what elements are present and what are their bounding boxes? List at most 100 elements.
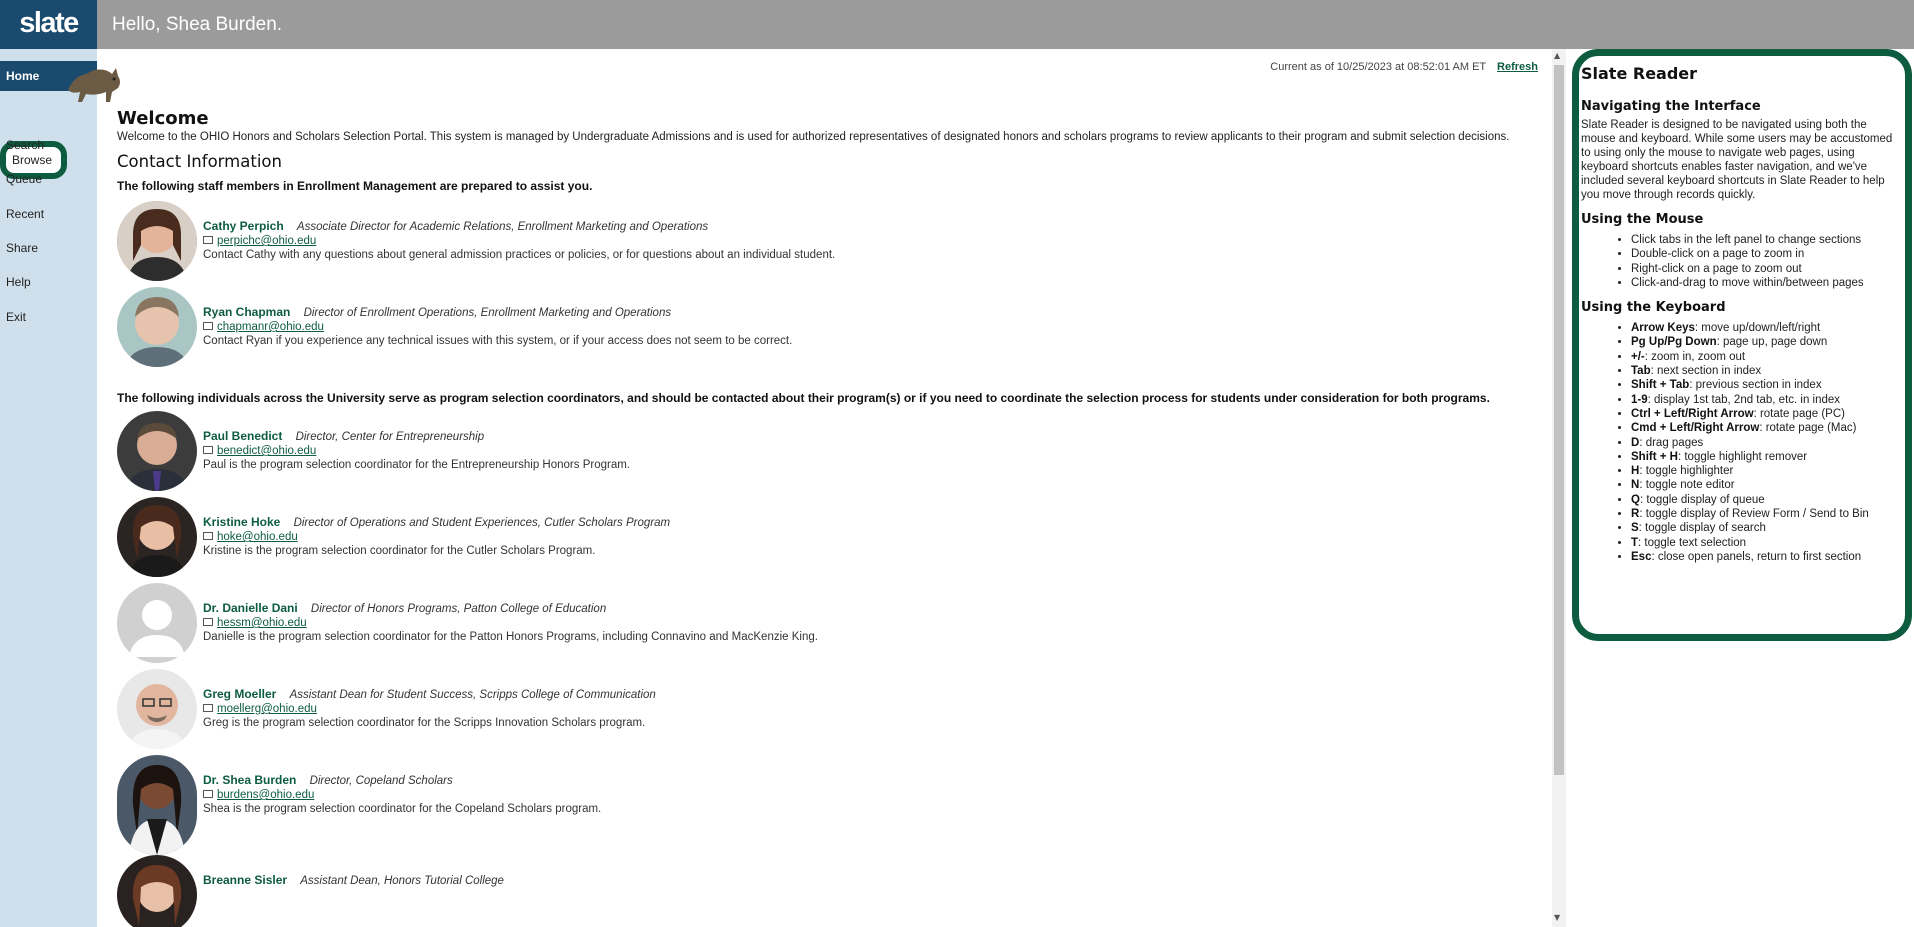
kristine-photo (117, 497, 197, 577)
keyboard-item: R: toggle display of Review Form / Send … (1631, 507, 1905, 521)
keyboard-item: 1-9: display 1st tab, 2nd tab, etc. in i… (1631, 393, 1905, 407)
shortcut-key: Q (1631, 493, 1640, 506)
envelope-icon (203, 704, 213, 712)
shortcut-desc: : rotate page (Mac) (1759, 422, 1857, 435)
sidebar-item-help[interactable]: Help (0, 267, 97, 297)
shortcut-key: Ctrl + Left/Right Arrow (1631, 407, 1754, 420)
sidebar-item-search[interactable]: Search (0, 130, 97, 160)
sidebar-item-exit[interactable]: Exit (0, 302, 97, 332)
breanne-photo (117, 855, 197, 927)
main-content: Current as of 10/25/2023 at 08:52:01 AM … (97, 49, 1552, 927)
person-note: Danielle is the program selection coordi… (203, 631, 818, 643)
shortcut-key: Esc (1631, 550, 1652, 563)
envelope-icon (203, 236, 213, 244)
shortcut-key: Cmd + Left/Right Arrow (1631, 422, 1760, 435)
envelope-icon (203, 322, 213, 330)
email-link[interactable]: moellerg@ohio.edu (217, 703, 317, 715)
shortcut-key: Pg Up/Pg Down (1631, 336, 1717, 349)
person-note: Paul is the program selection coordinato… (203, 459, 630, 471)
scroll-up-arrow-icon[interactable]: ▲ (1554, 51, 1560, 60)
greg-photo (117, 669, 197, 749)
shortcut-desc: : toggle highlighter (1639, 465, 1734, 478)
refresh-link[interactable]: Refresh (1497, 61, 1538, 73)
keyboard-item: T: toggle text selection (1631, 536, 1905, 550)
email-link[interactable]: hoke@ohio.edu (217, 531, 298, 543)
person-title: Director of Honors Programs, Patton Coll… (310, 603, 607, 615)
person-name: Cathy Perpich (203, 219, 284, 233)
person-note: Contact Cathy with any questions about g… (203, 249, 836, 261)
coordinator-card: Paul Benedict Director, Center for Entre… (117, 411, 1527, 497)
shortcut-desc: : previous section in index (1689, 379, 1822, 392)
keyboard-item: Q: toggle display of queue (1631, 493, 1905, 507)
person-name: Breanne Sisler (203, 873, 288, 887)
timestamp-bar: Current as of 10/25/2023 at 08:52:01 AM … (1270, 61, 1538, 73)
keyboard-item: Pg Up/Pg Down: page up, page down (1631, 335, 1905, 349)
shortcut-key: S (1631, 522, 1639, 535)
mouse-item: Click tabs in the left panel to change s… (1631, 233, 1905, 247)
top-bar: slate Hello, Shea Burden. (0, 0, 1914, 49)
keyboard-item: S: toggle display of search (1631, 521, 1905, 535)
keyboard-item: Shift + Tab: previous section in index (1631, 378, 1905, 392)
keyboard-title: Using the Keyboard (1581, 300, 1726, 316)
scroll-down-arrow-icon[interactable]: ▼ (1554, 913, 1560, 922)
current-as-of-text: Current as of 10/25/2023 at 08:52:01 AM … (1270, 61, 1486, 73)
cathy-photo (117, 201, 197, 281)
slate-reader-panel: Slate Reader Navigating the Interface Sl… (1572, 49, 1912, 641)
sidebar-item-recent[interactable]: Recent (0, 199, 97, 229)
greeting: Hello, Shea Burden. (112, 14, 283, 35)
coordinator-list: Paul Benedict Director, Center for Entre… (117, 411, 1527, 927)
shortcut-desc: : toggle text selection (1638, 536, 1747, 549)
keyboard-item: H: toggle highlighter (1631, 464, 1905, 478)
envelope-icon (203, 446, 213, 454)
navigating-text: Slate Reader is designed to be navigated… (1581, 119, 1893, 201)
keyboard-item: D: drag pages (1631, 436, 1905, 450)
coordinator-card: Breanne Sisler Assistant Dean, Honors Tu… (117, 855, 1527, 927)
shortcut-desc: : toggle highlight remover (1677, 450, 1808, 463)
keyboard-item: +/-: zoom in, zoom out (1631, 350, 1905, 364)
envelope-icon (203, 790, 213, 798)
ryan-photo (117, 287, 197, 367)
shortcut-desc: : drag pages (1639, 436, 1704, 449)
person-name: Ryan Chapman (203, 305, 291, 319)
mouse-item: Double-click on a page to zoom in (1631, 247, 1905, 261)
email-link[interactable]: chapmanr@ohio.edu (217, 321, 324, 333)
sidebar-item-share[interactable]: Share (0, 233, 97, 263)
shortcut-desc: : close open panels, return to first sec… (1651, 550, 1862, 563)
shortcut-desc: : next section in index (1650, 365, 1762, 378)
shortcut-desc: : zoom in, zoom out (1644, 350, 1746, 363)
navigating-title: Navigating the Interface (1581, 99, 1761, 114)
shea-photo (117, 755, 197, 855)
shortcut-desc: : toggle note editor (1639, 479, 1735, 492)
person-name: Kristine Hoke (203, 515, 281, 529)
slate-logo[interactable]: slate (0, 0, 97, 49)
coordinator-card: Greg Moeller Assistant Dean for Student … (117, 669, 1527, 755)
sidebar-item-queue[interactable]: Queue (0, 164, 97, 194)
welcome-text: Welcome to the OHIO Honors and Scholars … (117, 131, 1510, 143)
shortcut-key: 1-9 (1631, 393, 1648, 406)
keyboard-item: N: toggle note editor (1631, 478, 1905, 492)
person-note: Kristine is the program selection coordi… (203, 545, 596, 557)
staff-card: Ryan Chapman Director of Enrollment Oper… (117, 287, 1527, 373)
scrollbar-thumb[interactable] (1554, 65, 1564, 775)
email-link[interactable]: perpichc@ohio.edu (217, 235, 316, 247)
email-link[interactable]: benedict@ohio.edu (217, 445, 316, 457)
keyboard-item: Arrow Keys: move up/down/left/right (1631, 321, 1905, 335)
email-link[interactable]: burdens@ohio.edu (217, 789, 314, 801)
person-note: Contact Ryan if you experience any techn… (203, 335, 793, 347)
person-title: Associate Director for Academic Relation… (296, 221, 709, 233)
keyboard-item: Cmd + Left/Right Arrow: rotate page (Mac… (1631, 421, 1905, 435)
keyboard-item: Esc: close open panels, return to first … (1631, 550, 1905, 564)
email-link[interactable]: hessm@ohio.edu (217, 617, 307, 629)
person-title: Assistant Dean, Honors Tutorial College (300, 875, 504, 887)
keyboard-item: Ctrl + Left/Right Arrow: rotate page (PC… (1631, 407, 1905, 421)
shortcut-desc: : toggle display of queue (1639, 493, 1765, 506)
main-scrollbar[interactable]: ▲ ▼ (1552, 49, 1566, 927)
placeholder-avatar (117, 583, 197, 663)
keyboard-item: Shift + H: toggle highlight remover (1631, 450, 1905, 464)
shortcut-desc: : display 1st tab, 2nd tab, etc. in inde… (1647, 393, 1841, 406)
shortcut-key: Tab (1631, 365, 1651, 378)
sidebar: Home Browse Search Queue Recent Share He… (0, 49, 97, 927)
person-note: Greg is the program selection coordinato… (203, 717, 646, 729)
coordinator-card: Dr. Danielle Dani Director of Honors Pro… (117, 583, 1527, 669)
person-title: Director, Copeland Scholars (309, 775, 453, 787)
